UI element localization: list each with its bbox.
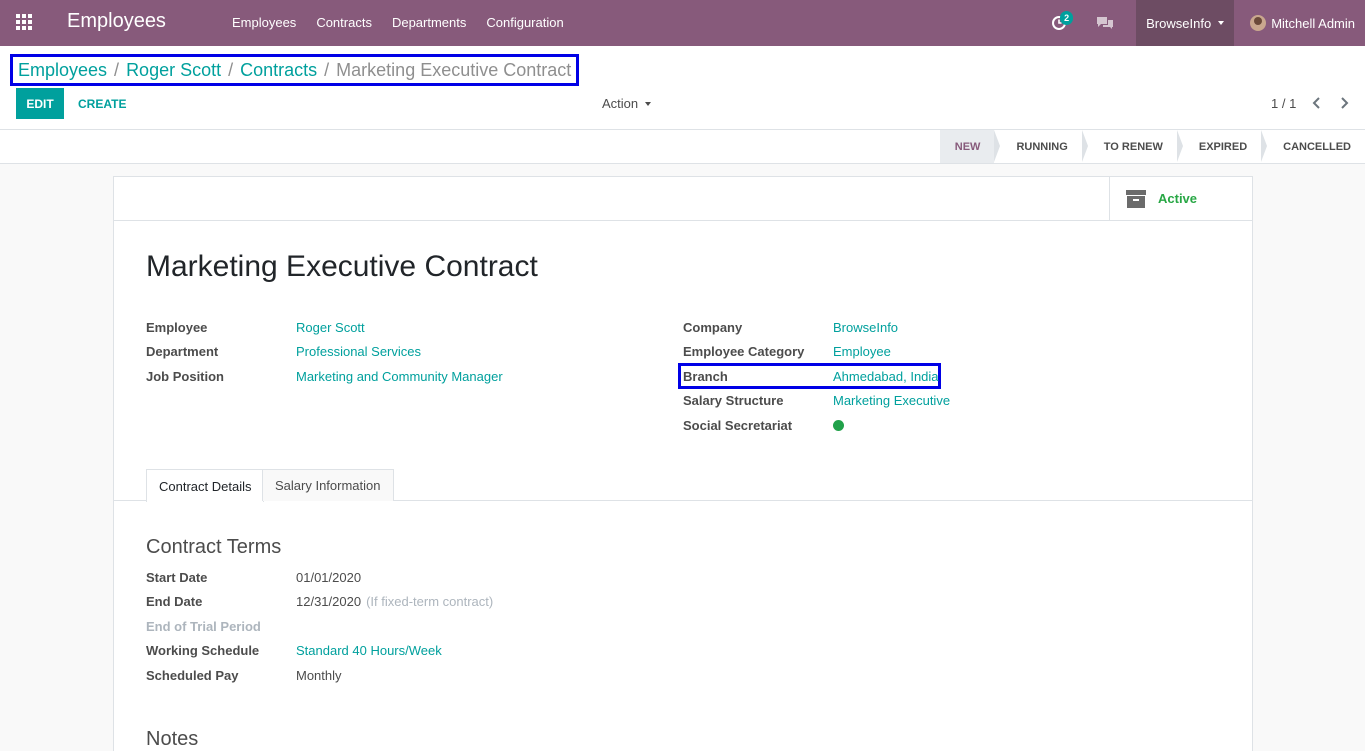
notebook-tabs: Contract Details Salary Information <box>114 469 1252 502</box>
company-label: Company <box>683 319 743 335</box>
start-date-label: Start Date <box>146 569 208 585</box>
breadcrumb-separator: / <box>114 59 120 80</box>
end-date-label: End Date <box>146 593 203 609</box>
app-menu-grid-icon[interactable] <box>16 14 34 32</box>
working-schedule-value-link[interactable]: Standard 40 Hours/Week <box>296 643 442 658</box>
scheduled-pay-value: Monthly <box>296 667 342 683</box>
pager-next-button[interactable] <box>1335 94 1353 112</box>
menu-configuration[interactable]: Configuration <box>476 0 573 46</box>
employee-value-link[interactable]: Roger Scott <box>296 320 365 335</box>
start-date-value: 01/01/2020 <box>296 569 362 585</box>
app-title: Employees <box>67 10 166 32</box>
form-sheet: Active Marketing Executive Contract Empl… <box>113 176 1253 751</box>
end-date-value: 12/31/2020 <box>296 593 362 609</box>
pager-value: 1 / 1 <box>1271 96 1297 111</box>
employee-category-value-link[interactable]: Employee <box>833 344 891 359</box>
edit-button[interactable]: EDIT <box>16 88 64 119</box>
top-navbar: Employees Employees Contracts Department… <box>0 0 1365 46</box>
control-panel: Employees / Roger Scott / Contracts / Ma… <box>0 46 1365 130</box>
contract-terms-heading: Contract Terms <box>146 536 282 558</box>
record-title: Marketing Executive Contract <box>146 250 538 283</box>
activity-button[interactable]: 2 <box>1036 0 1082 46</box>
smart-button-box: Active <box>114 177 1252 221</box>
chevron-down-icon <box>1218 21 1225 25</box>
pager-previous-button[interactable] <box>1308 94 1326 112</box>
chevron-right-icon <box>1341 97 1349 109</box>
state-statusbar: NEW RUNNING TO RENEW EXPIRED CANCELLED <box>939 130 1365 163</box>
branch-value-link[interactable]: Ahmedabad, India <box>833 369 939 384</box>
branch-label: Branch <box>683 368 728 384</box>
breadcrumb-current: Marketing Executive Contract <box>336 59 572 80</box>
active-toggle-button[interactable]: Active <box>1109 177 1252 220</box>
company-name: BrowseInfo <box>1146 15 1212 31</box>
activity-count-badge: 2 <box>1060 11 1074 25</box>
breadcrumb: Employees / Roger Scott / Contracts / Ma… <box>10 54 580 86</box>
create-button[interactable]: CREATE <box>71 88 133 119</box>
action-dropdown[interactable]: Action <box>602 88 652 119</box>
trial-period-label: End of Trial Period <box>146 618 261 634</box>
chat-bubbles-icon <box>1097 17 1114 29</box>
avatar <box>1250 15 1267 31</box>
working-schedule-label: Working Schedule <box>146 642 260 658</box>
company-switcher[interactable]: BrowseInfo <box>1136 0 1235 46</box>
menu-departments[interactable]: Departments <box>382 0 476 46</box>
scheduled-pay-label: Scheduled Pay <box>146 667 239 683</box>
company-value-link[interactable]: BrowseInfo <box>833 320 898 335</box>
tab-contract-details[interactable]: Contract Details <box>146 469 265 502</box>
end-date-hint: (If fixed-term contract) <box>366 593 494 609</box>
messaging-button[interactable] <box>1082 0 1128 46</box>
state-new[interactable]: NEW <box>939 130 1001 163</box>
active-label: Active <box>1158 191 1198 206</box>
salary-structure-value-link[interactable]: Marketing Executive <box>833 393 950 408</box>
department-value-link[interactable]: Professional Services <box>296 344 421 359</box>
chevron-left-icon <box>1312 97 1320 109</box>
employee-category-label: Employee Category <box>683 343 805 359</box>
breadcrumb-contracts[interactable]: Contracts <box>240 60 317 81</box>
social-secretariat-status-dot <box>833 419 844 431</box>
user-menu[interactable]: Mitchell Admin <box>1234 0 1365 46</box>
salary-structure-label: Salary Structure <box>683 392 784 408</box>
job-position-label: Job Position <box>146 368 224 384</box>
employee-label: Employee <box>146 319 208 335</box>
user-name: Mitchell Admin <box>1271 15 1355 31</box>
state-cancelled[interactable]: CANCELLED <box>1261 130 1365 163</box>
state-expired[interactable]: EXPIRED <box>1177 130 1268 163</box>
breadcrumb-employees[interactable]: Employees <box>18 60 107 81</box>
state-to-renew[interactable]: TO RENEW <box>1082 130 1183 163</box>
navbar-systray: 2 BrowseInfo Mitchell Admin <box>1036 0 1365 46</box>
chevron-down-icon <box>645 101 652 106</box>
social-secretariat-label: Social Secretariat <box>683 417 793 433</box>
job-position-value-link[interactable]: Marketing and Community Manager <box>296 369 503 384</box>
archive-box-icon <box>1126 189 1146 208</box>
form-statusbar-row: NEW RUNNING TO RENEW EXPIRED CANCELLED <box>0 130 1365 164</box>
menu-contracts[interactable]: Contracts <box>306 0 382 46</box>
action-label: Action <box>602 96 639 111</box>
department-label: Department <box>146 343 219 359</box>
breadcrumb-separator: / <box>228 59 234 80</box>
breadcrumb-roger-scott[interactable]: Roger Scott <box>126 60 221 81</box>
state-running[interactable]: RUNNING <box>994 130 1089 163</box>
tab-salary-information[interactable]: Salary Information <box>262 469 394 501</box>
main-menu: Employees Contracts Departments Configur… <box>222 0 574 46</box>
breadcrumb-separator: / <box>324 59 330 80</box>
menu-employees[interactable]: Employees <box>222 0 306 46</box>
notes-heading: Notes <box>146 728 199 750</box>
